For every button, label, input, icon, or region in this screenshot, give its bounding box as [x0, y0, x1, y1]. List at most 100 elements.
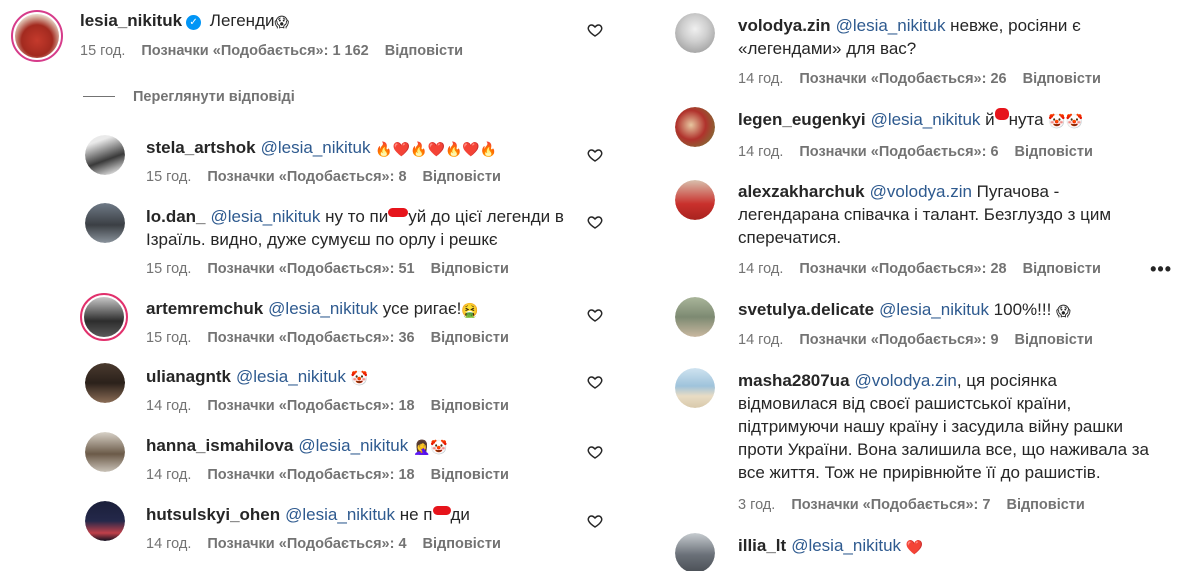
comment-username[interactable]: volodya.zin [738, 16, 831, 35]
post-emoji: 😱 [274, 14, 290, 30]
heart-outline-icon[interactable] [587, 147, 603, 163]
comment-username[interactable]: alexzakharchuk [738, 182, 865, 201]
timestamp: 15 год. [146, 169, 192, 185]
post-text: Легенди [205, 11, 275, 30]
likes-count[interactable]: Позначки «Подобається»: 51 [207, 261, 414, 277]
mention-link[interactable]: @volodya.zin [870, 182, 972, 201]
mention-link[interactable]: @lesia_nikituk [211, 207, 321, 226]
mention-link[interactable]: @lesia_nikituk [285, 505, 395, 524]
likes-count[interactable]: Позначки «Подобається»: 26 [799, 71, 1006, 87]
likes-count[interactable]: Позначки «Подобається»: 36 [207, 330, 414, 346]
timestamp: 14 год. [146, 467, 192, 483]
likes-count[interactable]: Позначки «Подобається»: 7 [791, 497, 990, 513]
avatar[interactable] [80, 293, 128, 341]
avatar[interactable] [675, 180, 715, 220]
comment-username[interactable]: hanna_ismahilova [146, 436, 293, 455]
comment-item: masha2807ua @volodya.zin, ця росіянка відм… [665, 368, 1197, 518]
timestamp: 15 год. [146, 330, 192, 346]
timestamp: 14 год. [146, 398, 192, 414]
likes-count[interactable]: Позначки «Подобається»: 18 [207, 467, 414, 483]
reply-button[interactable]: Відповісти [423, 536, 501, 552]
avatar[interactable] [675, 533, 715, 571]
comment-username[interactable]: ulianagntk [146, 367, 231, 386]
reply-button[interactable]: Відповісти [1015, 332, 1093, 348]
likes-count[interactable]: Позначки «Подобається»: 18 [207, 398, 414, 414]
avatar[interactable] [85, 432, 125, 472]
reply-button[interactable]: Відповісти [431, 330, 509, 346]
comment-item: hanna_ismahilova @lesia_nikituk 🤦‍♀️🤡 14 … [0, 432, 610, 492]
comment-username[interactable]: masha2807ua [738, 371, 850, 390]
heart-outline-icon[interactable] [587, 22, 603, 38]
mention-link[interactable]: @lesia_nikituk [879, 300, 989, 319]
view-replies-button[interactable]: Переглянути відповіді [83, 89, 295, 105]
timestamp: 15 год. [80, 43, 126, 59]
heart-outline-icon[interactable] [587, 374, 603, 390]
avatar[interactable] [11, 10, 63, 62]
comment-emoji: 🔥❤️🔥❤️🔥❤️🔥 [375, 141, 498, 157]
comment-username[interactable]: svetulya.delicate [738, 300, 874, 319]
mention-link[interactable]: @lesia_nikituk [871, 110, 981, 129]
comment-username[interactable]: artemremchuk [146, 299, 263, 318]
reply-button[interactable]: Відповісти [385, 43, 463, 59]
comment-item: illia_lt @lesia_nikituk ❤️ [665, 533, 1197, 571]
mention-link[interactable]: @lesia_nikituk [261, 138, 371, 157]
reply-button[interactable]: Відповісти [431, 261, 509, 277]
reply-button[interactable]: Відповісти [1015, 144, 1093, 160]
comment-emoji: ❤️ [905, 539, 924, 555]
comment-username[interactable]: legen_eugenkyi [738, 110, 866, 129]
mention-link[interactable]: @lesia_nikituk [268, 299, 378, 318]
heart-outline-icon[interactable] [587, 307, 603, 323]
mention-link[interactable]: @lesia_nikituk [236, 367, 346, 386]
likes-count[interactable]: Позначки «Подобається»: 28 [799, 261, 1006, 277]
reply-button[interactable]: Відповісти [1023, 261, 1101, 277]
comment-item: legen_eugenkyi @lesia_nikituk й нута 🤡🤡 14… [665, 107, 1197, 167]
reply-button[interactable]: Відповісти [431, 398, 509, 414]
heart-outline-icon[interactable] [587, 214, 603, 230]
comment-emoji: 🤡 [350, 370, 369, 386]
timestamp: 14 год. [738, 144, 784, 160]
reply-button[interactable]: Відповісти [431, 467, 509, 483]
likes-count[interactable]: Позначки «Подобається»: 1 162 [141, 43, 368, 59]
post-caption: lesia_nikituk ✓ Легенди😱 15 год. Позначки … [0, 0, 610, 80]
avatar[interactable] [85, 501, 125, 541]
timestamp: 15 год. [146, 261, 192, 277]
mention-link[interactable]: @lesia_nikituk [836, 16, 946, 35]
avatar[interactable] [85, 135, 125, 175]
redaction-mark [388, 208, 409, 217]
verified-badge-icon: ✓ [186, 15, 202, 30]
comment-username[interactable]: illia_lt [738, 536, 786, 555]
comment-item: artemremchuk @lesia_nikituk усе ригає!🤮 1… [0, 293, 610, 353]
more-options-icon[interactable]: ••• [1150, 259, 1172, 280]
mention-link[interactable]: @lesia_nikituk [298, 436, 408, 455]
heart-outline-icon[interactable] [587, 513, 603, 529]
comment-emoji: 🤮 [461, 302, 479, 318]
redaction-mark [432, 506, 451, 515]
reply-button[interactable]: Відповісти [423, 169, 501, 185]
avatar[interactable] [675, 107, 715, 147]
comment-item: svetulya.delicate @lesia_nikituk 100%!!! … [665, 297, 1197, 357]
comment-item: lo.dan_ @lesia_nikituk ну то пи уй до цієї… [0, 203, 610, 283]
divider-line [83, 96, 115, 97]
timestamp: 14 год. [738, 261, 784, 277]
comment-username[interactable]: hutsulskyi_ohen [146, 505, 280, 524]
reply-button[interactable]: Відповісти [1023, 71, 1101, 87]
comment-item: alexzakharchuk @volodya.zin Пугачова - лег… [665, 179, 1197, 284]
likes-count[interactable]: Позначки «Подобається»: 8 [207, 169, 406, 185]
likes-count[interactable]: Позначки «Подобається»: 6 [799, 144, 998, 160]
avatar[interactable] [85, 203, 125, 243]
comment-username[interactable]: stela_artshok [146, 138, 256, 157]
comment-item: volodya.zin @lesia_nikituk невже, росіяни… [665, 13, 1197, 93]
avatar[interactable] [85, 363, 125, 403]
heart-outline-icon[interactable] [587, 444, 603, 460]
comment-username[interactable]: lo.dan_ [146, 207, 206, 226]
mention-link[interactable]: @lesia_nikituk [791, 536, 901, 555]
avatar[interactable] [675, 297, 715, 337]
likes-count[interactable]: Позначки «Подобається»: 9 [799, 332, 998, 348]
reply-button[interactable]: Відповісти [1006, 497, 1084, 513]
likes-count[interactable]: Позначки «Подобається»: 4 [207, 536, 406, 552]
post-username[interactable]: lesia_nikituk [80, 11, 182, 30]
avatar[interactable] [675, 368, 715, 408]
mention-link[interactable]: @volodya.zin [855, 371, 957, 390]
avatar[interactable] [675, 13, 715, 53]
timestamp: 14 год. [146, 536, 192, 552]
